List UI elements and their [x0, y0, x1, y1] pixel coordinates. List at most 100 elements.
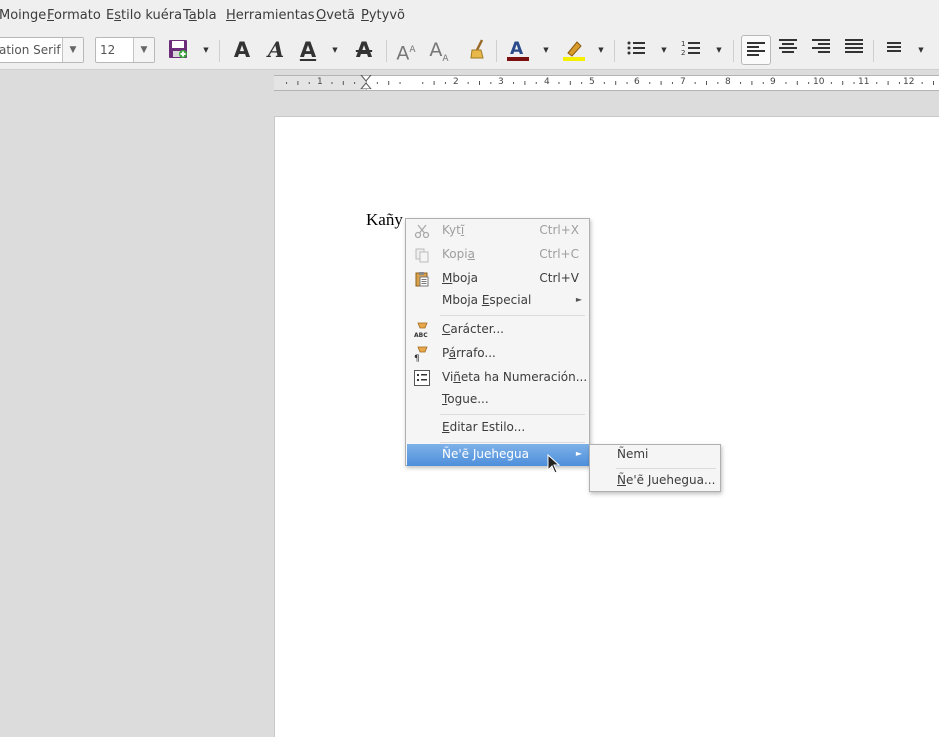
menu-label: Viñeta ha Numeración... [442, 370, 588, 384]
menu-shortcut: Ctrl+X [539, 223, 579, 237]
menu-item-paste-special[interactable]: Mboja Especial ► [407, 289, 590, 313]
chevron-down-icon[interactable]: ▼ [201, 38, 211, 62]
menu-item-touch[interactable]: Togue... [407, 388, 590, 412]
ruler-ticks [286, 81, 934, 85]
menu-item-paragraph[interactable]: ¶ Párrafo... [407, 342, 590, 366]
chevron-down-icon[interactable]: ▼ [659, 38, 669, 62]
submenu-item-more-styles[interactable]: Ñe'ẽ Juehegua... [591, 470, 721, 492]
menu-label: vetã [326, 8, 355, 23]
menu-item-table[interactable]: Tabla [183, 8, 217, 23]
menu-label: tilo kuéra [121, 8, 183, 23]
menu-label: Carácter... [442, 322, 504, 336]
ruler-number: 5 [589, 77, 595, 87]
save-icon[interactable] [166, 38, 190, 62]
menu-label: ytyvõ [368, 8, 405, 23]
indent-marker-icon[interactable] [360, 75, 372, 89]
scissors-icon [414, 224, 430, 239]
ruler-number: 9 [770, 77, 776, 87]
menu-label: Ñe'ẽ Juehegua [442, 447, 529, 461]
strikethrough-icon[interactable]: A [352, 38, 376, 62]
menu-bar: Moinge Formato Estilo kuéra Tabla Herram… [0, 0, 939, 32]
italic-icon[interactable]: A [264, 38, 288, 62]
chevron-down-icon[interactable]: ▼ [62, 38, 83, 62]
bold-icon[interactable]: A [230, 38, 254, 62]
menu-item-edit-style[interactable]: Editar Estilo... [407, 416, 590, 440]
ruler-number: 2 [453, 77, 459, 87]
toolbar-separator [496, 40, 497, 62]
menu-item-styles[interactable]: Estilo kuéra [106, 8, 182, 23]
ruler-number: 12 [903, 77, 915, 87]
ruler-number: 1 [317, 77, 323, 87]
chevron-down-icon[interactable]: ▼ [596, 38, 606, 62]
menu-mnemonic: P [361, 8, 369, 23]
svg-text:¶: ¶ [414, 354, 420, 362]
line-spacing-icon[interactable] [882, 38, 906, 62]
toolbar-separator [614, 40, 615, 62]
font-color-icon[interactable]: A [506, 38, 530, 62]
menu-label: Mboja [442, 271, 479, 285]
ruler-number: 6 [634, 77, 640, 87]
horizontal-ruler[interactable]: 1 2 3 4 5 6 7 8 9 10 11 12 [274, 75, 939, 91]
menu-separator [440, 442, 585, 443]
menu-label: ormato [54, 8, 101, 23]
formatting-toolbar: ation Serif ▼ 12 ▼ ▼ A A A ▼ A AA AA A ▼… [0, 31, 939, 70]
svg-text:ABC: ABC [414, 332, 428, 338]
menu-item-cut[interactable]: Kytĩ Ctrl+X [407, 219, 590, 243]
document-text[interactable]: Kañy [366, 210, 403, 230]
menu-label: Kytĩ [442, 223, 465, 237]
chevron-down-icon[interactable]: ▼ [916, 38, 926, 62]
submenu-item-none[interactable]: Ñemi [591, 445, 721, 467]
menu-item-character[interactable]: ABC Carácter... [407, 318, 590, 342]
menu-item-paste[interactable]: Mboja Ctrl+V [407, 267, 590, 291]
menu-mnemonic: H [226, 8, 236, 23]
menu-shortcut: Ctrl+C [539, 247, 579, 261]
menu-label: Ñe'ẽ Juehegua... [617, 473, 716, 487]
menu-label: erramientas [235, 8, 315, 23]
chevron-down-icon[interactable]: ▼ [541, 38, 551, 62]
toolbar-separator [386, 40, 387, 62]
align-center-icon[interactable] [776, 38, 800, 62]
menu-mnemonic: a [188, 8, 197, 23]
superscript-icon[interactable]: AA [394, 38, 418, 64]
menu-label: E [106, 8, 115, 23]
menu-item-help[interactable]: Pytyvõ [361, 8, 405, 23]
context-menu: Kytĩ Ctrl+X Kopia Ctrl+C Mboja Ctrl+V Mb… [405, 218, 590, 466]
submenu-arrow-icon: ► [575, 449, 582, 458]
menu-item-bullets-numbering[interactable]: Viñeta ha Numeración... [407, 366, 590, 390]
font-size-combo[interactable]: 12 ▼ [95, 37, 155, 63]
menu-mnemonic: s [114, 8, 121, 23]
unordered-list-icon[interactable] [624, 38, 648, 62]
chevron-down-icon[interactable]: ▼ [714, 38, 724, 62]
paste-icon [415, 272, 429, 287]
svg-text:1: 1 [681, 40, 685, 48]
menu-item-copy[interactable]: Kopia Ctrl+C [407, 243, 590, 267]
toolbar-separator [733, 40, 734, 62]
menu-item-window[interactable]: Ovetã [316, 8, 355, 23]
copy-icon [415, 248, 429, 263]
menu-item-format[interactable]: Formato [47, 8, 101, 23]
highlight-icon[interactable] [562, 38, 586, 62]
underline-icon[interactable]: A [296, 38, 320, 62]
clone-formatting-icon[interactable] [466, 38, 490, 62]
toolbar-separator [219, 40, 220, 62]
menu-item-tools2[interactable]: Herramientas [226, 8, 315, 23]
chevron-down-icon[interactable]: ▼ [133, 38, 154, 62]
ruler-number: 7 [680, 77, 686, 87]
menu-item-tools[interactable]: Moinge [0, 8, 46, 23]
font-name-combo[interactable]: ation Serif ▼ [0, 37, 84, 63]
menu-item-new-style[interactable]: Ñe'ẽ Juehegua ► [407, 444, 590, 466]
chevron-down-icon[interactable]: ▼ [330, 38, 340, 62]
ruler-number: 4 [544, 77, 550, 87]
menu-shortcut: Ctrl+V [539, 271, 579, 285]
list-format-icon [414, 370, 430, 386]
justify-icon[interactable] [842, 38, 866, 62]
ordered-list-icon[interactable]: 12 [679, 38, 703, 62]
svg-text:2: 2 [681, 49, 685, 57]
menu-separator [440, 315, 585, 316]
subscript-icon[interactable]: AA [427, 38, 451, 64]
menu-label: Togue... [442, 392, 489, 406]
menu-mnemonic: O [316, 8, 327, 23]
menu-separator [440, 414, 585, 415]
align-left-icon[interactable] [741, 35, 771, 65]
align-right-icon[interactable] [809, 38, 833, 62]
